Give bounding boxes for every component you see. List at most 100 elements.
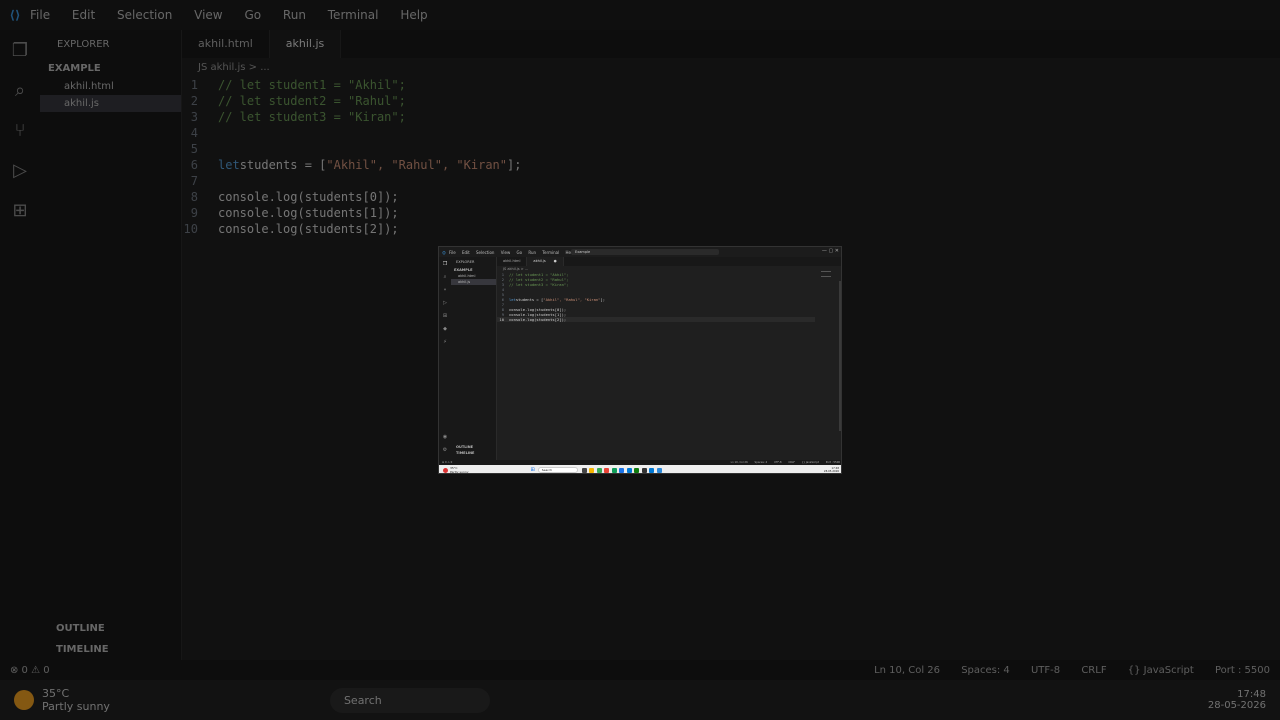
menu-go[interactable]: Go xyxy=(244,8,261,22)
fg-timeline-section[interactable]: TIMELINE xyxy=(451,450,496,456)
fg-explorer-sidebar: EXPLORER EXAMPLE akhil.html akhil.js OUT… xyxy=(451,257,497,460)
search-icon[interactable]: ⌕ xyxy=(0,70,40,110)
breadcrumb[interactable]: JS akhil.js > ... xyxy=(182,58,1280,77)
fg-live-server-port[interactable]: Port : 5500 xyxy=(826,461,840,464)
fg-menu-go[interactable]: Go xyxy=(517,250,523,255)
app-icon[interactable] xyxy=(656,467,662,473)
tab-akhil-js[interactable]: akhil.js xyxy=(269,30,342,58)
fg-live-share-icon[interactable]: ⚡ xyxy=(439,335,451,348)
system-tray: 17:48 28-05-2026 xyxy=(1208,689,1280,711)
fg-line-ending[interactable]: CRLF xyxy=(788,461,795,464)
run-debug-icon[interactable]: ▷ xyxy=(0,150,40,190)
indentation[interactable]: Spaces: 4 xyxy=(961,665,1010,676)
problems-count[interactable]: ⊗ 0 ⚠ 0 xyxy=(10,665,50,676)
tab-akhil-html[interactable]: akhil.html xyxy=(182,30,270,58)
app-icon[interactable] xyxy=(611,467,617,473)
fg-cursor-position[interactable]: Ln 10, Col 26 xyxy=(731,461,748,464)
app-icon[interactable] xyxy=(604,467,610,473)
fg-encoding[interactable]: UTF-8 xyxy=(774,461,782,464)
fg-indentation[interactable]: Spaces: 4 xyxy=(755,461,768,464)
fg-python-icon[interactable]: ◆ xyxy=(439,322,451,335)
explorer-sidebar: EXPLORER EXAMPLE akhil.html akhil.js OUT… xyxy=(40,30,182,680)
live-server-port[interactable]: Port : 5500 xyxy=(1215,665,1270,676)
line-ending[interactable]: CRLF xyxy=(1081,665,1106,676)
fg-vertical-scrollbar[interactable] xyxy=(839,281,841,431)
language-mode[interactable]: {} JavaScript xyxy=(1128,665,1194,676)
fg-tab-akhil-js-label: akhil.js xyxy=(533,259,546,263)
menu-help[interactable]: Help xyxy=(400,8,427,22)
fg-clock-date[interactable]: 28-05-2026 xyxy=(824,470,839,473)
weather-icon xyxy=(14,690,34,710)
fg-source-control-icon[interactable]: ⑂ xyxy=(439,283,451,296)
menu-file[interactable]: File xyxy=(30,8,50,22)
title-bar: ⟨⟩ File Edit Selection View Go Run Termi… xyxy=(0,0,1280,30)
encoding[interactable]: UTF-8 xyxy=(1031,665,1060,676)
explorer-header: EXPLORER xyxy=(57,39,110,50)
weather-widget[interactable]: 35°C Partly sunny xyxy=(0,687,110,713)
fg-explorer-header: EXPLORER xyxy=(456,260,475,264)
store-icon[interactable] xyxy=(626,467,632,473)
fg-run-debug-icon[interactable]: ▷ xyxy=(439,296,451,309)
menu-view[interactable]: View xyxy=(194,8,222,22)
fg-menu-file[interactable]: File xyxy=(449,250,456,255)
code-editor[interactable]: 1// let student1 = "Akhil"; 2// let stud… xyxy=(182,77,1280,237)
fg-extensions-icon[interactable]: ⊞ xyxy=(439,309,451,322)
fg-search-icon[interactable]: ⌕ xyxy=(439,270,451,283)
fg-tab-akhil-html[interactable]: akhil.html xyxy=(497,257,528,266)
vscode-taskbar-icon[interactable] xyxy=(649,467,655,473)
edge-icon[interactable] xyxy=(619,467,625,473)
source-control-icon[interactable]: ⑂ xyxy=(0,110,40,150)
windows-start-icon[interactable]: ⊞ xyxy=(531,467,535,473)
extensions-icon[interactable]: ⊞ xyxy=(0,190,40,230)
fg-menu-edit[interactable]: Edit xyxy=(462,250,470,255)
activity-bar: ❐ ⌕ ⑂ ▷ ⊞ xyxy=(0,30,40,680)
file-explorer-icon[interactable] xyxy=(589,467,595,473)
fg-window-controls[interactable]: — ▢ ✕ xyxy=(822,248,839,254)
task-view-icon[interactable] xyxy=(581,467,587,473)
menu-terminal[interactable]: Terminal xyxy=(328,8,379,22)
fg-weather-widget[interactable]: 35°C Partly sunny xyxy=(439,466,469,473)
menu-bar: File Edit Selection View Go Run Terminal… xyxy=(30,8,446,22)
file-akhil-js[interactable]: akhil.js xyxy=(40,95,181,112)
fg-menu-run[interactable]: Run xyxy=(528,250,536,255)
fg-tab-akhil-js[interactable]: akhil.js ● xyxy=(527,257,564,266)
vscode-window-screenshot: ⟨⟩ File Edit Selection View Go Run Termi… xyxy=(438,246,842,474)
fg-activity-bar: ❐ ⌕ ⑂ ▷ ⊞ ◆ ⚡ ◉ ⚙ xyxy=(439,257,451,460)
status-bar: ⊗ 0 ⚠ 0 Ln 10, Col 26 Spaces: 4 UTF-8 CR… xyxy=(0,660,1280,680)
fg-settings-gear-icon[interactable]: ⚙ xyxy=(439,443,451,456)
chrome-icon[interactable] xyxy=(596,467,602,473)
fg-menu-terminal[interactable]: Terminal xyxy=(542,250,559,255)
fg-title-bar: ⟨⟩ File Edit Selection View Go Run Termi… xyxy=(439,247,841,257)
timeline-section[interactable]: TIMELINE xyxy=(40,639,181,660)
fg-editor-area: akhil.html akhil.js ● JS akhil.js > ... 1… xyxy=(497,257,841,460)
fg-account-icon[interactable]: ◉ xyxy=(439,430,451,443)
menu-selection[interactable]: Selection xyxy=(117,8,172,22)
vscode-logo-icon: ⟨⟩ xyxy=(9,8,21,22)
taskbar-search[interactable]: Search xyxy=(329,687,490,713)
folder-example[interactable]: EXAMPLE xyxy=(40,59,181,78)
cursor-position[interactable]: Ln 10, Col 26 xyxy=(874,665,940,676)
fg-code-editor[interactable]: 1// let student1 = "Akhil"; 2// let stud… xyxy=(497,272,841,322)
fg-files-icon[interactable]: ❐ xyxy=(439,257,451,270)
fg-problems-count[interactable]: ⊗ 0 ⚠ 0 xyxy=(442,461,452,464)
fg-taskbar: 35°C Partly sunny ⊞ Search 17:48 28-05-2… xyxy=(439,465,841,473)
clock-time[interactable]: 17:48 xyxy=(1208,689,1266,700)
app-icon[interactable] xyxy=(641,467,647,473)
unsaved-dot-icon[interactable]: ● xyxy=(554,259,557,263)
fg-language-mode[interactable]: {} JavaScript xyxy=(802,461,819,464)
fg-menu-selection[interactable]: Selection xyxy=(476,250,494,255)
menu-edit[interactable]: Edit xyxy=(72,8,95,22)
app-icon[interactable] xyxy=(634,467,640,473)
clock-date[interactable]: 28-05-2026 xyxy=(1208,700,1266,711)
outline-section[interactable]: OUTLINE xyxy=(40,618,181,639)
taskbar-apps xyxy=(581,467,665,473)
file-akhil-html[interactable]: akhil.html xyxy=(40,78,181,95)
files-icon[interactable]: ❐ xyxy=(0,30,40,70)
fg-command-search[interactable]: Example xyxy=(571,249,719,255)
fg-taskbar-search[interactable]: Search xyxy=(537,467,578,473)
fg-tab-bar: akhil.html akhil.js ● xyxy=(497,257,841,266)
screen: ⟨⟩ File Edit Selection View Go Run Termi… xyxy=(0,0,1280,720)
menu-run[interactable]: Run xyxy=(283,8,306,22)
fg-file-akhil-js[interactable]: akhil.js xyxy=(451,279,496,285)
fg-menu-view[interactable]: View xyxy=(501,250,511,255)
